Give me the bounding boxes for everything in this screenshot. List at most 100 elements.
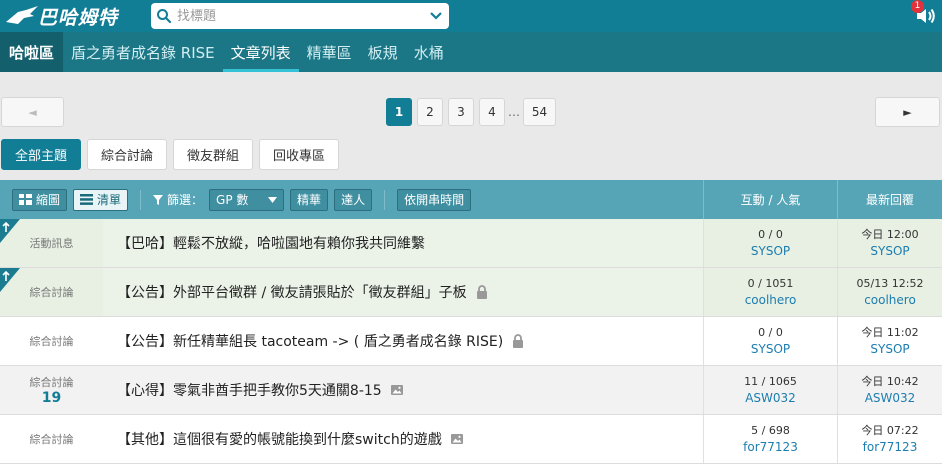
nav-rules[interactable]: 板規 — [360, 32, 406, 72]
row-latest: 今日 11:02 SYSOP — [837, 317, 942, 365]
image-icon — [450, 432, 464, 446]
row-stats: 0 / 1051 coolhero — [703, 268, 837, 316]
row-title-text[interactable]: 【其他】這個很有愛的帳號能換到什麼switch的遊戲 — [117, 429, 442, 449]
speaker-icon[interactable] — [914, 4, 938, 28]
chevron-down-icon[interactable] — [423, 11, 449, 21]
row-author[interactable]: SYSOP — [751, 341, 790, 358]
row-category-label: 綜合討論 — [29, 433, 74, 446]
row-stats: 0 / 0 SYSOP — [703, 317, 837, 365]
site-logo[interactable]: 巴哈姆特 — [4, 3, 144, 29]
row-latest-time[interactable]: 今日 10:42 — [861, 373, 918, 390]
row-category[interactable]: 綜合討論 19 — [0, 366, 103, 414]
row-category[interactable]: 綜合討論 — [0, 415, 103, 463]
essence-filter-button[interactable]: 精華 — [290, 188, 329, 211]
row-title-text[interactable]: 【心得】零氣非酋手把手教你5天通關8-15 — [117, 380, 382, 400]
lock-icon — [511, 334, 525, 348]
row-latest-user[interactable]: coolhero — [864, 292, 916, 309]
divider — [384, 189, 386, 210]
row-latest: 05/13 12:52 coolhero — [837, 268, 942, 316]
row-author[interactable]: coolhero — [745, 292, 797, 309]
image-icon — [390, 383, 404, 397]
row-latest-time[interactable]: 今日 11:02 — [861, 324, 918, 341]
page-button[interactable]: 3 — [448, 98, 474, 126]
page-button[interactable]: 2 — [417, 98, 443, 126]
page-ellipsis: … — [508, 105, 520, 119]
prev-page-button[interactable]: ◄ — [1, 97, 64, 127]
nav-essence[interactable]: 精華區 — [299, 32, 360, 72]
pinned-arrow-icon — [0, 219, 20, 243]
row-author[interactable]: for77123 — [743, 439, 798, 456]
row-title[interactable]: 【公告】新任精華組長 tacoteam -> ( 盾之勇者成名錄 RISE) — [103, 317, 703, 365]
column-header-stats: 互動 / 人氣 — [703, 180, 837, 219]
page-button[interactable]: 1 — [386, 98, 412, 126]
row-stat-value: 0 / 0 — [758, 326, 783, 339]
row-title[interactable]: 【公告】外部平台徵群 / 徵友請張貼於「徵友群組」子板 — [103, 268, 703, 316]
expert-filter-button[interactable]: 達人 — [334, 188, 373, 211]
row-latest-user[interactable]: ASW032 — [865, 390, 916, 407]
thumbnail-view-button[interactable]: 縮圖 — [12, 188, 68, 211]
table-row[interactable]: 綜合討論 【公告】外部平台徵群 / 徵友請張貼於「徵友群組」子板 0 / 105… — [0, 268, 942, 317]
topic-list: 活動訊息 【巴哈】輕鬆不放縱，哈啦園地有賴你我共同維繫 0 / 0 SYSOP … — [0, 219, 942, 464]
row-stats: 0 / 0 SYSOP — [703, 219, 837, 267]
page-button[interactable]: 4 — [479, 98, 505, 126]
row-category-label: 綜合討論 — [29, 376, 74, 389]
list-view-label: 清單 — [97, 193, 122, 207]
sort-time-button[interactable]: 依開串時間 — [397, 188, 472, 211]
search-icon[interactable] — [151, 3, 177, 29]
filter-label-text: 篩選： — [167, 193, 204, 207]
category-recruit[interactable]: 徵友群組 — [173, 139, 254, 170]
row-latest-user[interactable]: SYSOP — [870, 243, 909, 260]
row-title[interactable]: 【心得】零氣非酋手把手教你5天通關8-15 — [103, 366, 703, 414]
row-latest: 今日 07:22 for77123 — [837, 415, 942, 463]
row-author[interactable]: ASW032 — [745, 390, 796, 407]
row-title-text[interactable]: 【公告】新任精華組長 tacoteam -> ( 盾之勇者成名錄 RISE) — [117, 331, 503, 351]
nav-home[interactable]: 哈啦區 — [0, 32, 64, 72]
row-author[interactable]: SYSOP — [751, 243, 790, 260]
top-header: 巴哈姆特 1 — [0, 0, 942, 32]
lock-icon — [475, 285, 489, 299]
pinned-arrow-icon — [0, 268, 20, 292]
category-recycle[interactable]: 回收專區 — [259, 139, 340, 170]
table-row[interactable]: 活動訊息 【巴哈】輕鬆不放縱，哈啦園地有賴你我共同維繫 0 / 0 SYSOP … — [0, 219, 942, 268]
row-category-label: 活動訊息 — [29, 237, 74, 250]
caret-down-icon — [268, 196, 278, 203]
logo-text: 巴哈姆特 — [38, 6, 119, 29]
category-all[interactable]: 全部主題 — [1, 139, 82, 170]
nav-bucket[interactable]: 水桶 — [406, 32, 452, 72]
row-stat-value: 0 / 1051 — [747, 277, 794, 290]
row-latest-user[interactable]: for77123 — [863, 439, 918, 456]
search-input[interactable] — [177, 4, 423, 28]
table-row[interactable]: 綜合討論 【其他】這個很有愛的帳號能換到什麼switch的遊戲 5 / 698 … — [0, 415, 942, 464]
row-title-text[interactable]: 【公告】外部平台徵群 / 徵友請張貼於「徵友群組」子板 — [117, 282, 467, 302]
row-latest-time[interactable]: 今日 07:22 — [861, 422, 918, 439]
search-box[interactable] — [151, 3, 449, 29]
row-category-label: 綜合討論 — [29, 335, 74, 348]
pagination: 1 2 3 4 … 54 — [386, 98, 556, 126]
row-category[interactable]: 綜合討論 — [0, 317, 103, 365]
row-title[interactable]: 【巴哈】輕鬆不放縱，哈啦園地有賴你我共同維繫 — [103, 219, 703, 267]
list-header: 縮圖 清單 篩選： GP 數 精華 達人 依開串時間 互動 / 人氣 最新回覆 — [0, 180, 942, 219]
row-title-text[interactable]: 【巴哈】輕鬆不放縱，哈啦園地有賴你我共同維繫 — [117, 233, 425, 253]
nav-article-list[interactable]: 文章列表 — [222, 32, 299, 72]
thumbnail-view-label: 縮圖 — [36, 193, 61, 207]
column-header-latest: 最新回覆 — [837, 180, 942, 219]
filter-icon — [153, 194, 164, 205]
category-general[interactable]: 綜合討論 — [87, 139, 168, 170]
list-view-button[interactable]: 清單 — [73, 188, 129, 211]
row-stat-value: 11 / 1065 — [744, 375, 797, 388]
filter-select[interactable]: GP 數 — [209, 188, 285, 211]
row-stat-value: 5 / 698 — [751, 424, 790, 437]
row-stats: 5 / 698 for77123 — [703, 415, 837, 463]
logo-dragon-icon — [6, 6, 38, 24]
next-page-button[interactable]: ► — [875, 97, 940, 127]
row-latest-user[interactable]: SYSOP — [870, 341, 909, 358]
table-row[interactable]: 綜合討論 19 【心得】零氣非酋手把手教你5天通關8-15 11 / 1065 … — [0, 366, 942, 415]
row-title[interactable]: 【其他】這個很有愛的帳號能換到什麼switch的遊戲 — [103, 415, 703, 463]
grid-icon — [19, 194, 32, 205]
row-latest-time[interactable]: 05/13 12:52 — [857, 275, 924, 292]
nav-board-name[interactable]: 盾之勇者成名錄 RISE — [63, 32, 223, 72]
row-reply-count: 19 — [41, 390, 62, 406]
last-page-button[interactable]: 54 — [523, 98, 556, 126]
row-latest-time[interactable]: 今日 12:00 — [861, 226, 918, 243]
table-row[interactable]: 綜合討論 【公告】新任精華組長 tacoteam -> ( 盾之勇者成名錄 RI… — [0, 317, 942, 366]
